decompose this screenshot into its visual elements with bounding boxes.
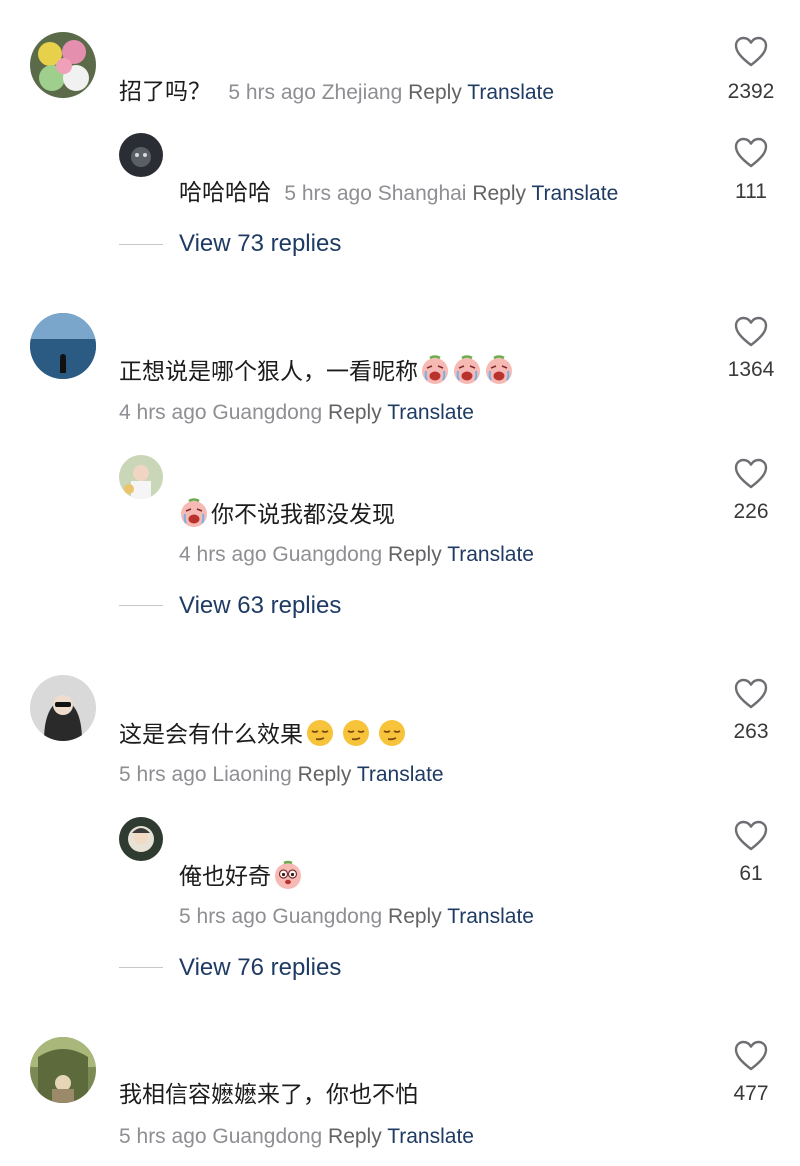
reply-button[interactable]: Reply — [408, 81, 462, 104]
relieved-face-emoji — [341, 718, 371, 748]
reply-button[interactable]: Reply — [328, 1125, 382, 1148]
like-count: 226 — [733, 500, 769, 523]
reply-meta: 4 hrs ago Guangdong Reply Translate — [179, 541, 534, 569]
reply-button[interactable]: Reply — [298, 763, 352, 786]
reply-button[interactable]: Reply — [388, 543, 442, 566]
heart-icon[interactable] — [734, 1040, 768, 1072]
heart-icon[interactable] — [734, 820, 768, 852]
avatar-image — [119, 133, 163, 177]
relieved-face-emoji — [377, 718, 407, 748]
heart-icon[interactable] — [734, 678, 768, 710]
avatar-image — [119, 455, 163, 499]
comment-location: Guangdong — [212, 1125, 323, 1148]
comment-time: 4 hrs ago — [119, 401, 207, 424]
translate-button[interactable]: Translate — [467, 81, 554, 104]
comment-text: 正想说是哪个狠人，一看昵称 — [119, 359, 418, 385]
translate-button[interactable]: Translate — [447, 543, 534, 566]
heart-icon[interactable] — [734, 36, 768, 68]
reply-location: Guangdong — [272, 543, 383, 566]
comment-text-row: 正想说是哪个狠人，一看昵称 — [119, 355, 514, 387]
translate-button[interactable]: Translate — [531, 182, 618, 205]
avatar[interactable] — [30, 32, 96, 98]
reply-time: 5 hrs ago — [179, 905, 267, 928]
comment-text-row: 这是会有什么效果 — [119, 718, 407, 750]
avatar-image — [119, 817, 163, 861]
comment-meta: 5 hrs ago Liaoning Reply Translate — [119, 761, 444, 789]
avatar[interactable] — [30, 313, 96, 379]
reply-text: 你不说我都没发现 — [211, 502, 395, 528]
view-replies-button[interactable]: View 73 replies — [179, 229, 341, 259]
like-count: 477 — [733, 1082, 769, 1105]
comment-time: 5 hrs ago — [228, 81, 316, 104]
crying-face-emoji — [452, 355, 482, 385]
like-count: 2392 — [727, 80, 775, 103]
reply-time: 5 hrs ago — [284, 182, 372, 205]
comment-time: 5 hrs ago — [119, 1125, 207, 1148]
avatar[interactable] — [30, 675, 96, 741]
avatar-image — [30, 313, 96, 379]
avatar[interactable] — [119, 133, 163, 177]
avatar[interactable] — [119, 455, 163, 499]
crying-face-emoji — [420, 355, 450, 385]
comment-text: 我相信容嬷嬷来了，你也不怕 — [119, 1082, 418, 1108]
avatar-image — [30, 675, 96, 741]
reply-button[interactable]: Reply — [328, 401, 382, 424]
reply-time: 4 hrs ago — [179, 543, 267, 566]
reply-location: Shanghai — [377, 182, 467, 205]
crying-face-emoji — [484, 355, 514, 385]
divider-line — [119, 605, 163, 606]
comment-location: Liaoning — [212, 763, 292, 786]
comment-time: 5 hrs ago — [119, 763, 207, 786]
heart-icon[interactable] — [734, 137, 768, 169]
like-count: 61 — [739, 862, 763, 885]
reply-button[interactable]: Reply — [388, 905, 442, 928]
heart-icon[interactable] — [734, 316, 768, 348]
translate-button[interactable]: Translate — [387, 401, 474, 424]
view-replies-button[interactable]: View 63 replies — [179, 591, 341, 621]
view-replies-button[interactable]: View 76 replies — [179, 953, 341, 983]
heart-icon[interactable] — [734, 458, 768, 490]
relieved-face-emoji — [305, 718, 335, 748]
comment-row: 招了吗？ 5 hrs ago Zhejiang Reply Translate — [119, 77, 554, 108]
comment-location: Guangdong — [212, 401, 323, 424]
divider-line — [119, 244, 163, 245]
avatar-image — [30, 32, 96, 98]
like-count: 1364 — [727, 358, 775, 381]
translate-button[interactable]: Translate — [387, 1125, 474, 1148]
peeking-face-emoji — [273, 860, 303, 890]
translate-button[interactable]: Translate — [357, 763, 444, 786]
divider-line — [119, 967, 163, 968]
translate-button[interactable]: Translate — [447, 905, 534, 928]
avatar[interactable] — [119, 817, 163, 861]
reply-button[interactable]: Reply — [472, 182, 526, 205]
comment-location: Zhejiang — [321, 81, 403, 104]
like-count: 263 — [733, 720, 769, 743]
crying-face-emoji — [179, 498, 209, 528]
reply-text-row: 你不说我都没发现 — [179, 498, 395, 530]
reply-meta: 5 hrs ago Guangdong Reply Translate — [179, 903, 534, 931]
like-count: 111 — [735, 180, 767, 203]
comment-meta: 4 hrs ago Guangdong Reply Translate — [119, 399, 474, 427]
comment-meta: 5 hrs ago Guangdong Reply Translate — [119, 1123, 474, 1151]
comment-text: 招了吗？ — [119, 79, 211, 105]
reply-text: 哈哈哈哈 — [179, 180, 271, 206]
comment-text: 这是会有什么效果 — [119, 722, 303, 748]
reply-text: 俺也好奇 — [179, 864, 271, 890]
avatar-image — [30, 1037, 96, 1103]
reply-text-row: 俺也好奇 — [179, 860, 303, 892]
reply-row: 哈哈哈哈 5 hrs ago Shanghai Reply Translate — [179, 178, 618, 209]
avatar[interactable] — [30, 1037, 96, 1103]
reply-location: Guangdong — [272, 905, 383, 928]
